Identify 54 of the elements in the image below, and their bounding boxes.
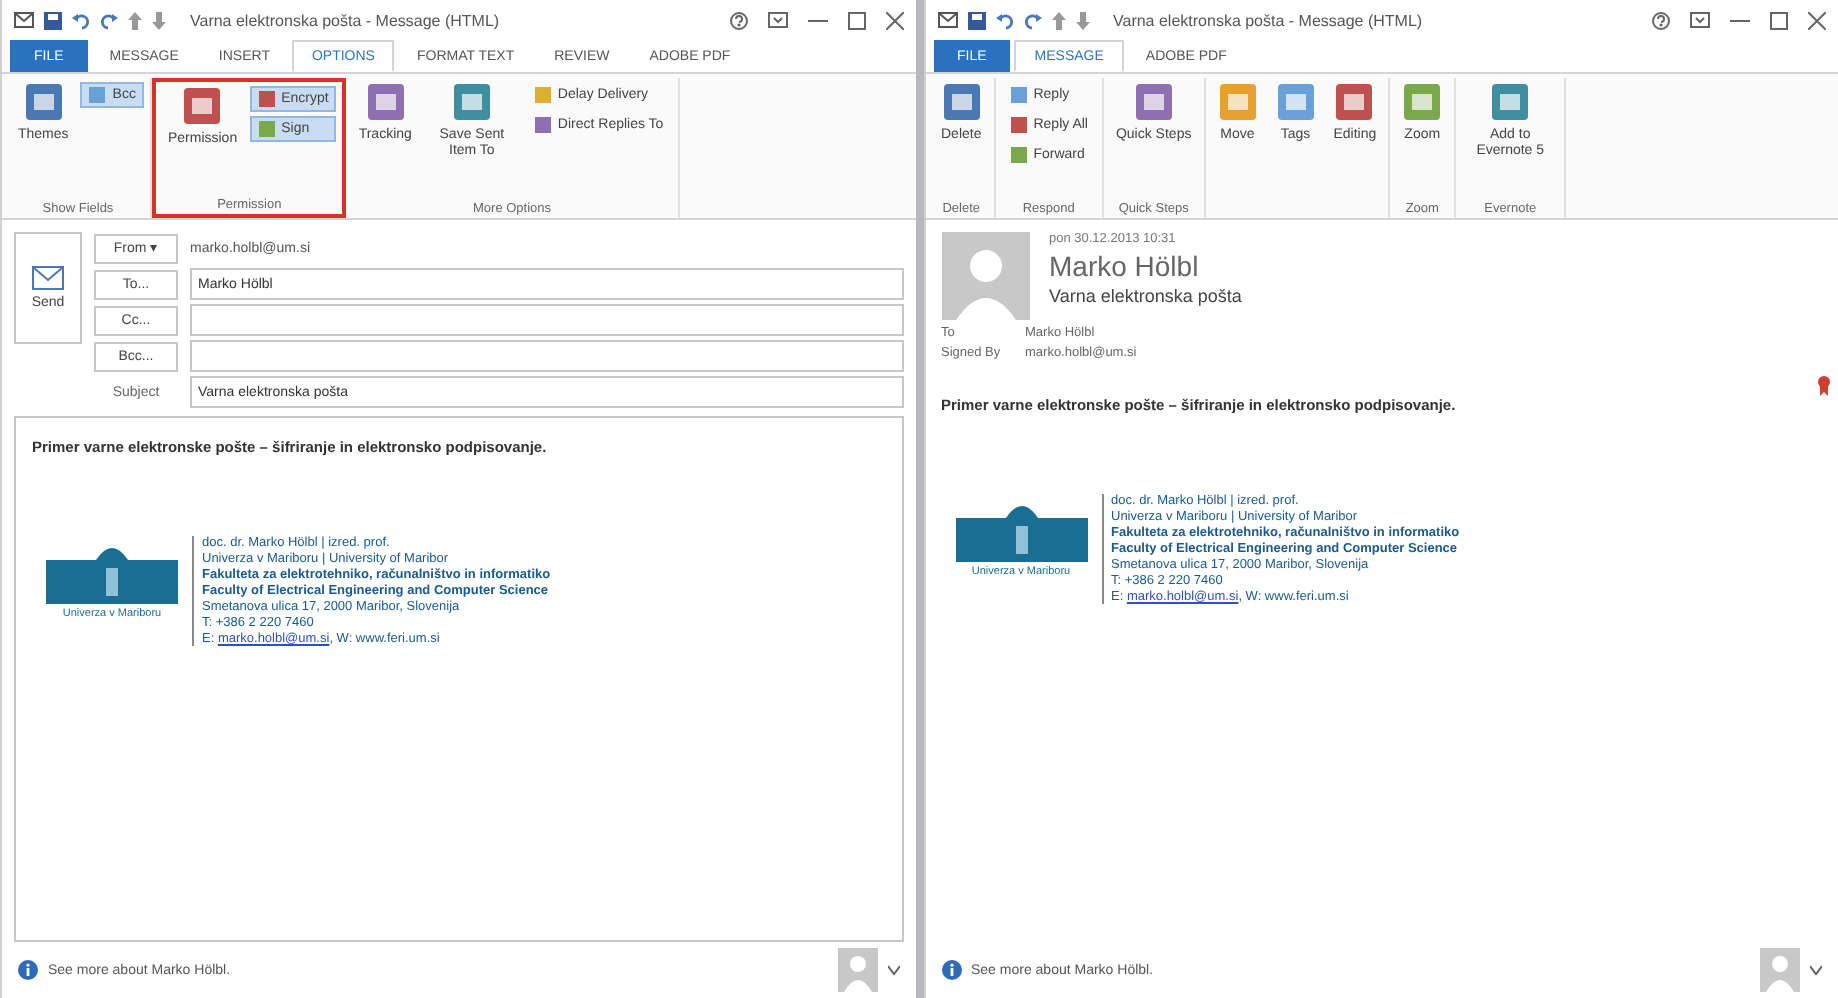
- arrow-up-icon[interactable]: [128, 11, 142, 29]
- arrow-down-icon[interactable]: [152, 11, 166, 29]
- square-icon: [257, 90, 276, 108]
- square-icon: [257, 120, 276, 138]
- arrow-up-icon[interactable]: [1051, 11, 1065, 29]
- tile-icon: [1402, 82, 1443, 122]
- envelope-icon: [32, 266, 64, 290]
- undo-icon[interactable]: [995, 11, 1013, 29]
- ribbon-options-icon[interactable]: [767, 12, 787, 28]
- maximize-icon[interactable]: [847, 11, 865, 29]
- arrow-down-icon[interactable]: [1075, 11, 1089, 29]
- square-icon: [533, 86, 552, 104]
- input-field[interactable]: [190, 340, 903, 372]
- square-icon: [1009, 86, 1028, 104]
- mail-icon[interactable]: [14, 12, 34, 28]
- square-icon: [88, 86, 107, 104]
- save-icon[interactable]: [967, 11, 985, 29]
- chevron-icon[interactable]: [1810, 964, 1822, 976]
- tile-icon: [182, 86, 223, 126]
- square-icon: [1009, 116, 1028, 134]
- close-icon[interactable]: [1808, 11, 1826, 29]
- message-subject: Varna elektronska pošta: [1049, 286, 1242, 306]
- save-icon[interactable]: [44, 11, 62, 29]
- info-icon: [18, 960, 38, 980]
- sender-name: Marko Hölbl: [1049, 250, 1201, 282]
- tile-icon: [1334, 82, 1375, 122]
- tile-icon: [451, 82, 492, 122]
- avatar-icon: [941, 232, 1029, 320]
- window-title: Varna elektronska pošta - Message (HTML): [1111, 11, 1425, 29]
- avatar-icon: [837, 948, 877, 992]
- tile-icon: [941, 82, 982, 122]
- help-icon[interactable]: [729, 11, 747, 29]
- help-icon[interactable]: [1652, 11, 1670, 29]
- tile-icon: [365, 82, 406, 122]
- maximize-icon[interactable]: [1770, 11, 1788, 29]
- ribbon-options-icon[interactable]: [1690, 12, 1710, 28]
- tile-icon: [23, 82, 64, 122]
- ribbon-seal-icon[interactable]: [1818, 376, 1830, 396]
- square-icon: [533, 116, 552, 134]
- input-field[interactable]: [190, 304, 903, 336]
- undo-icon[interactable]: [72, 11, 90, 29]
- redo-icon[interactable]: [100, 11, 118, 29]
- tile-icon: [1133, 82, 1174, 122]
- window-title: Varna elektronska pošta - Message (HTML): [188, 11, 502, 29]
- tile-icon: [1490, 82, 1531, 122]
- mail-icon[interactable]: [937, 12, 957, 28]
- tile-icon: [1217, 82, 1258, 122]
- tile-icon: [1275, 82, 1316, 122]
- square-icon: [1009, 146, 1028, 164]
- close-icon[interactable]: [885, 11, 903, 29]
- redo-icon[interactable]: [1023, 11, 1041, 29]
- info-icon: [941, 960, 961, 980]
- avatar-icon: [1760, 948, 1800, 992]
- chevron-icon[interactable]: [887, 964, 899, 976]
